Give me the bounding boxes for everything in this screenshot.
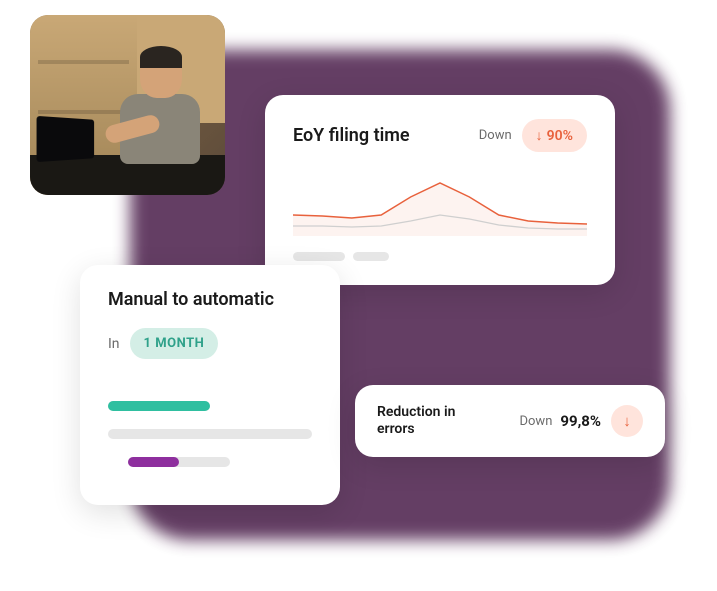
eoy-chart: [293, 166, 587, 236]
eoy-trend-badge: 90%: [522, 119, 587, 152]
card-manual-automatic: Manual to automatic In 1 MONTH: [80, 265, 340, 505]
errors-arrow-badge: [611, 405, 643, 437]
eoy-trend-value: 90%: [547, 128, 573, 144]
eoy-trend-label: Down: [479, 128, 512, 143]
card-reduction-errors: Reduction in errors Down 99,8%: [355, 385, 665, 457]
errors-title: Reduction in errors: [377, 404, 477, 438]
eoy-placeholder-row: [293, 252, 587, 261]
bar-row-1: [108, 401, 312, 413]
manual-bars: [108, 401, 312, 469]
eoy-title: EoY filing time: [293, 125, 410, 146]
card-eoy-filing: EoY filing time Down 90%: [265, 95, 615, 285]
arrow-down-icon: [623, 412, 631, 430]
manual-title: Manual to automatic: [108, 289, 312, 310]
arrow-down-icon: [536, 127, 543, 144]
errors-trend-value: 99,8%: [560, 412, 601, 430]
errors-trend-label: Down: [519, 414, 552, 429]
hero-photo: [30, 15, 225, 195]
bar-row-3: [108, 457, 312, 469]
manual-duration-pill: 1 MONTH: [130, 328, 219, 359]
bar-row-2: [108, 429, 312, 441]
manual-in-label: In: [108, 336, 120, 352]
